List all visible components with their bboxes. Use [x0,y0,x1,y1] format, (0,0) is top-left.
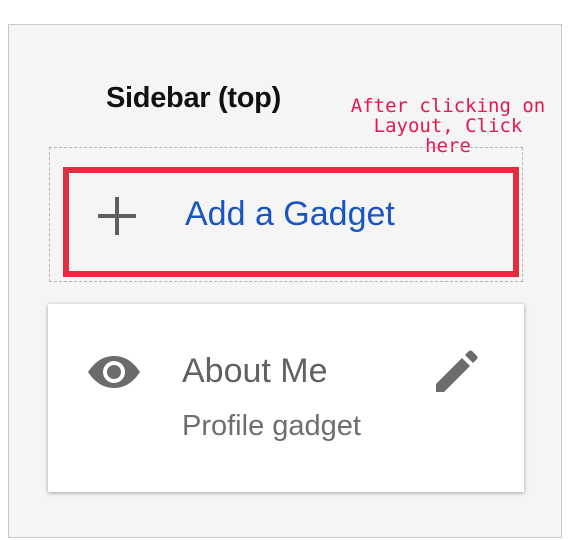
pencil-icon[interactable] [432,350,478,396]
gadget-title: About Me [182,352,328,390]
annotation-line: After clicking on [350,95,546,117]
eye-icon[interactable] [86,354,142,390]
pencil-icon-svg [436,350,478,392]
eye-icon-svg [88,356,140,388]
plus-icon[interactable] [98,197,136,235]
gadget-subtitle: Profile gadget [182,410,361,442]
annotation-line: Layout, Click [373,115,523,137]
gadget-card [48,304,524,492]
add-gadget-label[interactable]: Add a Gadget [185,195,395,234]
section-title: Sidebar (top) [106,82,281,114]
